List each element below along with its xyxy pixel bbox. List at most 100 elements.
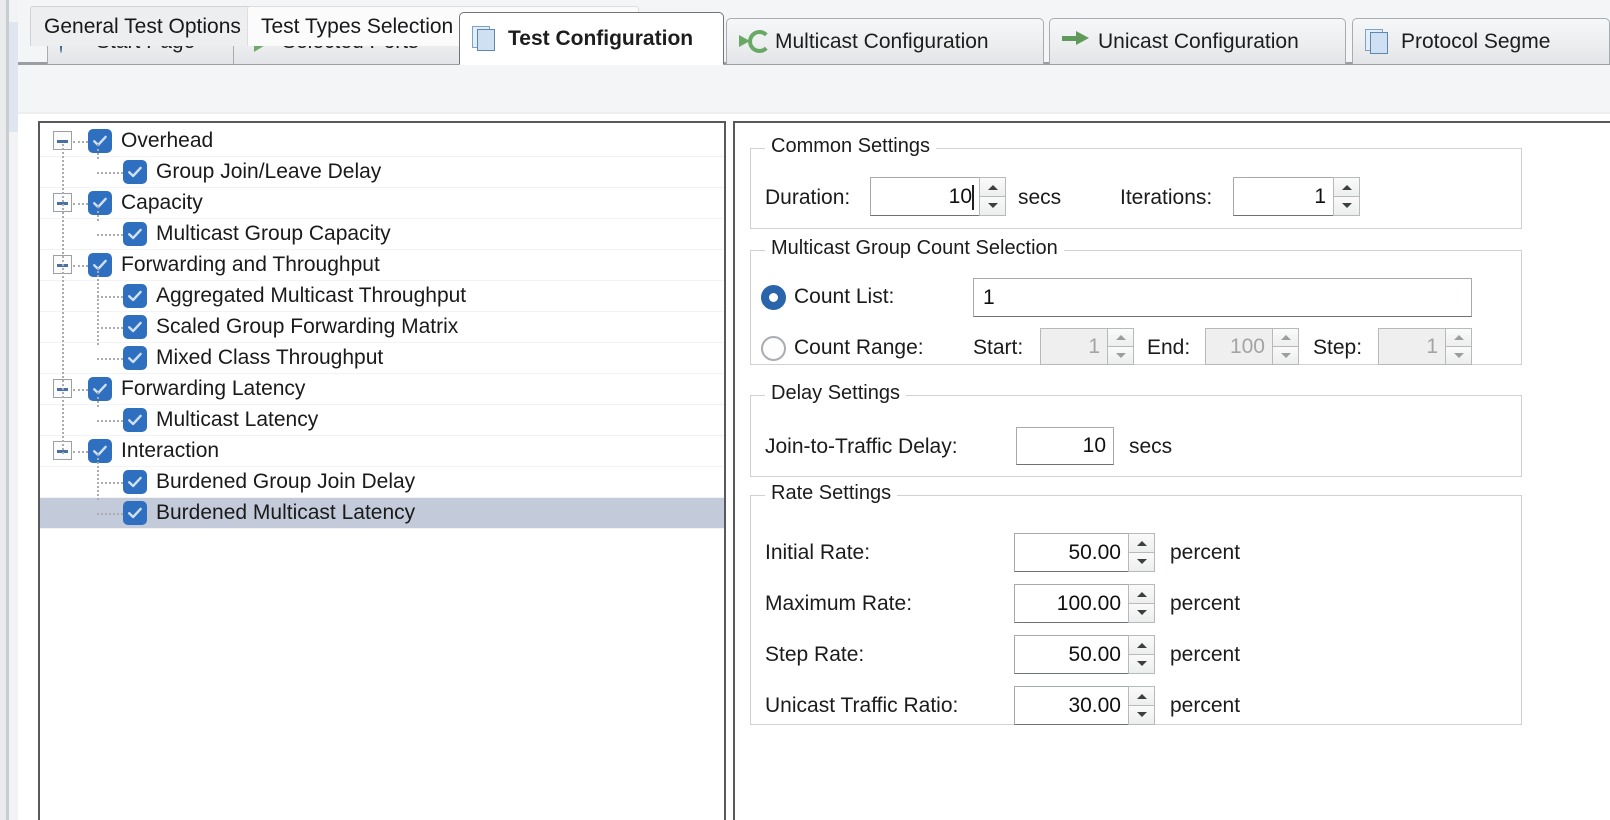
count-list-radio[interactable]: [761, 285, 786, 310]
tree-row[interactable]: Scaled Group Forwarding Matrix: [40, 312, 724, 343]
spinner-down-button[interactable]: [1128, 602, 1155, 623]
docked-tab-stub[interactable]: [9, 22, 18, 132]
end-input[interactable]: 100: [1205, 328, 1299, 365]
tree-checkbox-checked-icon[interactable]: [88, 439, 112, 463]
tree-row[interactable]: Multicast Group Capacity: [40, 219, 724, 250]
join-to-traffic-delay-input[interactable]: 10: [1016, 427, 1114, 465]
iterations-input[interactable]: 1: [1233, 177, 1360, 216]
rate-row-spinner[interactable]: [1128, 533, 1155, 572]
rate-row-spinner[interactable]: [1128, 686, 1155, 725]
tree-row-label: Multicast Latency: [156, 408, 319, 431]
duration-spinner[interactable]: [979, 177, 1006, 216]
tree-connector-line: [97, 358, 123, 360]
rate-row-spinner[interactable]: [1128, 584, 1155, 623]
documents-icon: [472, 26, 498, 52]
rate-row-spinner[interactable]: [1128, 635, 1155, 674]
duration-input[interactable]: 10: [870, 177, 1006, 216]
rate-row-units: percent: [1170, 592, 1241, 615]
spinner-down-button[interactable]: [1107, 345, 1134, 365]
tab-unicast-configuration[interactable]: Unicast Configuration: [1049, 18, 1346, 64]
test-types-tree[interactable]: Overhead Group Join/Leave Delay Capacity Mu…: [40, 123, 724, 820]
iterations-label: Iterations:: [1120, 186, 1213, 209]
tab-label: Multicast Configuration: [775, 29, 989, 53]
rate-row-input[interactable]: 30.00: [1014, 686, 1155, 725]
spinner-down-button[interactable]: [1333, 195, 1360, 216]
tree-row[interactable]: Capacity: [40, 188, 724, 219]
join-to-traffic-delay-label: Join-to-Traffic Delay:: [765, 435, 958, 458]
tree-checkbox-checked-icon[interactable]: [88, 191, 112, 215]
spinner-up-button[interactable]: [1128, 533, 1155, 554]
common-settings-title: Common Settings: [765, 135, 936, 158]
tree-branch-line: [97, 454, 99, 500]
spinner-up-button[interactable]: [1128, 635, 1155, 656]
group-count-title: Multicast Group Count Selection: [765, 237, 1064, 260]
spinner-up-button[interactable]: [1333, 177, 1360, 198]
spinner-up-button[interactable]: [1128, 584, 1155, 605]
spinner-up-button[interactable]: [979, 177, 1006, 198]
tree-branch-line: [97, 144, 99, 159]
tree-row[interactable]: Forwarding Latency: [40, 374, 724, 405]
tree-checkbox-checked-icon[interactable]: [123, 160, 147, 184]
tree-checkbox-checked-icon[interactable]: [123, 408, 147, 432]
tree-connector-line: [73, 389, 88, 391]
rate-row-label: Maximum Rate:: [765, 592, 913, 615]
tree-row-label: Forwarding and Throughput: [121, 253, 380, 276]
tree-checkbox-checked-icon[interactable]: [88, 129, 112, 153]
tree-row[interactable]: Burdened Group Join Delay: [40, 467, 724, 498]
tab-multicast-configuration[interactable]: Multicast Configuration: [726, 18, 1044, 64]
tree-checkbox-checked-icon[interactable]: [123, 470, 147, 494]
tree-checkbox-checked-icon[interactable]: [123, 284, 147, 308]
tree-row[interactable]: Burdened Multicast Latency: [40, 498, 724, 529]
spinner-down-button[interactable]: [1272, 345, 1299, 365]
tree-checkbox-checked-icon[interactable]: [123, 315, 147, 339]
rate-row-label: Step Rate:: [765, 643, 865, 666]
start-spinner[interactable]: [1107, 328, 1134, 365]
documents-icon: [1365, 29, 1391, 55]
delay-settings-title: Delay Settings: [765, 382, 906, 405]
tree-row[interactable]: Overhead: [40, 126, 724, 157]
tree-checkbox-checked-icon[interactable]: [123, 222, 147, 246]
tree-row-label: Overhead: [121, 129, 214, 152]
tree-row[interactable]: Aggregated Multicast Throughput: [40, 281, 724, 312]
tree-row[interactable]: Forwarding and Throughput: [40, 250, 724, 281]
tree-checkbox-checked-icon[interactable]: [123, 346, 147, 370]
tree-checkbox-checked-icon[interactable]: [123, 501, 147, 525]
arrow-right-icon: [1062, 29, 1088, 55]
tree-row-label: Scaled Group Forwarding Matrix: [156, 315, 459, 338]
tree-row[interactable]: Interaction: [40, 436, 724, 467]
tree-connector-line: [97, 482, 123, 484]
spinner-down-button[interactable]: [1445, 345, 1472, 365]
tree-connector-line: [97, 172, 123, 174]
tree-row[interactable]: Group Join/Leave Delay: [40, 157, 724, 188]
spinner-down-button[interactable]: [1128, 653, 1155, 674]
test-settings-panel: Common Settings Duration: 10 secs Iterat…: [733, 121, 1610, 820]
tree-connector-line: [97, 420, 123, 422]
tree-row-label: Aggregated Multicast Throughput: [156, 284, 467, 307]
tree-checkbox-checked-icon[interactable]: [88, 377, 112, 401]
tree-row-label: Capacity: [121, 191, 203, 214]
count-list-input[interactable]: 1: [973, 278, 1472, 317]
rate-row-input[interactable]: 50.00: [1014, 635, 1155, 674]
spinner-down-button[interactable]: [1128, 704, 1155, 725]
iterations-spinner[interactable]: [1333, 177, 1360, 216]
spinner-up-button[interactable]: [1128, 686, 1155, 707]
tab-test-configuration[interactable]: Test Configuration: [459, 12, 724, 65]
spinner-down-button[interactable]: [1128, 551, 1155, 572]
start-input[interactable]: 1: [1040, 328, 1134, 365]
tree-row[interactable]: Multicast Latency: [40, 405, 724, 436]
step-spinner[interactable]: [1445, 328, 1472, 365]
end-spinner[interactable]: [1272, 328, 1299, 365]
application-window: Start Page Selected Ports Test Configura…: [0, 0, 1610, 820]
subtab-general-test-options[interactable]: General Test Options: [30, 6, 255, 46]
tree-row[interactable]: Mixed Class Throughput: [40, 343, 724, 374]
rate-row-label: Initial Rate:: [765, 541, 871, 564]
tab-protocol-segments[interactable]: Protocol Segme: [1352, 18, 1610, 64]
spinner-down-button[interactable]: [979, 195, 1006, 216]
count-range-radio[interactable]: [761, 336, 786, 361]
rate-row-input[interactable]: 100.00: [1014, 584, 1155, 623]
test-types-tree-panel[interactable]: Overhead Group Join/Leave Delay Capacity Mu…: [38, 121, 726, 820]
step-input[interactable]: 1: [1378, 328, 1472, 365]
rate-row-input[interactable]: 50.00: [1014, 533, 1155, 572]
tab-label: Test Configuration: [508, 26, 694, 50]
tree-checkbox-checked-icon[interactable]: [88, 253, 112, 277]
